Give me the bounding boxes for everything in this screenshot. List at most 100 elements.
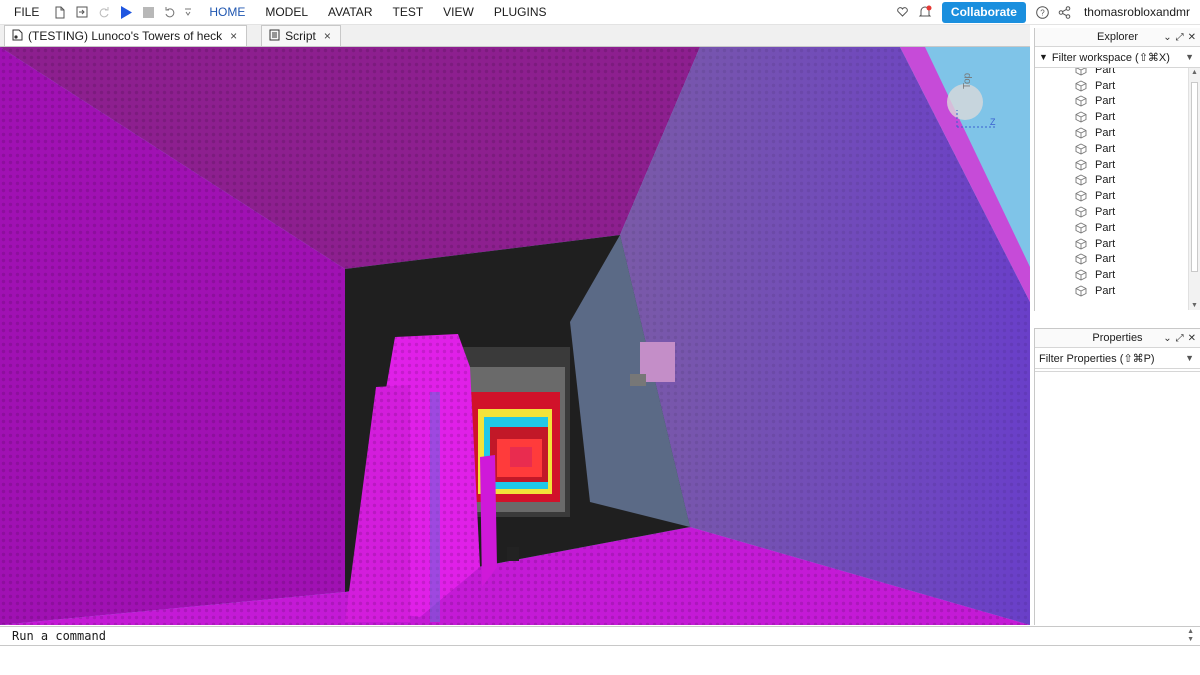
command-scroll-arrows[interactable]: ▲ ▼ — [1187, 628, 1194, 644]
tree-item[interactable]: Part — [1035, 141, 1200, 157]
scroll-down-icon[interactable]: ▼ — [1191, 302, 1198, 309]
tree-item[interactable]: Part — [1035, 252, 1200, 268]
redo-icon[interactable] — [93, 0, 115, 25]
part-cube-icon — [1075, 127, 1087, 139]
part-cube-icon — [1075, 80, 1087, 92]
menu-avatar[interactable]: AVATAR — [318, 0, 382, 25]
tab-place[interactable]: (TESTING) Lunoco's Towers of heck × — [4, 25, 248, 46]
tab-script-label: Script — [285, 29, 316, 43]
explorer-filter[interactable]: ▼ Filter workspace (⇧⌘X) ▼ — [1035, 47, 1200, 68]
chevron-down-icon[interactable]: ▼ — [1185, 52, 1194, 62]
menubar-right-tools: Collaborate ? thomasrobloxandmr — [892, 0, 1200, 25]
username-label[interactable]: thomasrobloxandmr — [1076, 5, 1200, 19]
menu-file[interactable]: FILE — [0, 0, 49, 25]
tree-item[interactable]: Part — [1035, 188, 1200, 204]
scene-render — [0, 47, 1030, 625]
scrollbar-thumb[interactable] — [1191, 82, 1198, 272]
3d-viewport[interactable]: Top Z — [0, 47, 1030, 625]
chevron-down-icon[interactable]: ⌄ — [1163, 32, 1171, 43]
tree-item-label: Part — [1095, 237, 1116, 250]
play-icon[interactable] — [115, 0, 137, 25]
view-cube-axis-label: Z — [990, 117, 996, 127]
close-icon[interactable]: ✕ — [1188, 333, 1196, 344]
heart-icon[interactable] — [892, 0, 914, 25]
view-cube-top-label[interactable]: Top — [962, 73, 973, 89]
part-cube-icon — [1075, 111, 1087, 123]
tree-item[interactable]: Part — [1035, 109, 1200, 125]
menu-view[interactable]: VIEW — [433, 0, 484, 25]
filter-icon: ▼ — [1039, 52, 1048, 62]
chevron-down-icon[interactable]: ▼ — [1185, 353, 1194, 363]
part-cube-icon — [1075, 285, 1087, 297]
properties-filter[interactable]: Filter Properties (⇧⌘P) ▼ — [1035, 348, 1200, 369]
place-file-icon — [12, 29, 23, 44]
svg-text:?: ? — [1041, 8, 1046, 17]
tree-item[interactable]: Part — [1035, 283, 1200, 299]
undock-icon[interactable]: ⤢ — [1176, 32, 1184, 43]
tree-item[interactable]: Part — [1035, 173, 1200, 189]
part-cube-icon — [1075, 68, 1087, 76]
customize-dropdown-icon[interactable] — [181, 0, 195, 25]
tree-item-label: Part — [1095, 206, 1116, 219]
close-icon[interactable]: × — [322, 29, 333, 43]
properties-title: Properties — [1092, 332, 1143, 344]
part-cube-icon — [1075, 143, 1087, 155]
new-file-icon[interactable] — [49, 0, 71, 25]
tree-item[interactable]: Part — [1035, 204, 1200, 220]
tree-item[interactable]: Part — [1035, 267, 1200, 283]
tree-item-label: Part — [1095, 111, 1116, 124]
properties-filter-placeholder: Filter Properties (⇧⌘P) — [1039, 352, 1155, 365]
tree-item[interactable]: Part — [1035, 157, 1200, 173]
tree-item-label: Part — [1095, 127, 1116, 140]
menu-test[interactable]: TEST — [382, 0, 433, 25]
part-cube-icon — [1075, 174, 1087, 186]
tree-rows: Part Part Part Part Part Part Part Part Part Part… — [1035, 68, 1200, 299]
part-cube-icon — [1075, 222, 1087, 234]
tree-item[interactable]: Part — [1035, 78, 1200, 94]
tree-item-label: Part — [1095, 79, 1116, 92]
tab-place-label: (TESTING) Lunoco's Towers of heck — [28, 29, 223, 43]
document-tab-bar: (TESTING) Lunoco's Towers of heck × Scri… — [0, 25, 1030, 47]
close-icon[interactable]: × — [228, 29, 239, 43]
notification-bell-icon[interactable] — [914, 0, 936, 25]
close-icon[interactable]: ✕ — [1188, 32, 1196, 43]
import-icon[interactable] — [71, 0, 93, 25]
tree-item[interactable]: Part — [1035, 68, 1200, 78]
tree-item[interactable]: Part — [1035, 94, 1200, 110]
part-cube-icon — [1075, 253, 1087, 265]
explorer-header: Explorer ⌄ ⤢ ✕ — [1035, 28, 1200, 47]
menu-plugins[interactable]: PLUGINS — [484, 0, 557, 25]
tree-item[interactable]: Part — [1035, 236, 1200, 252]
command-bar: ▲▼ — [0, 626, 1200, 646]
tree-item-label: Part — [1095, 158, 1116, 171]
part-cube-icon — [1075, 238, 1087, 250]
undock-icon[interactable]: ⤢ — [1176, 333, 1184, 344]
tree-item[interactable]: Part — [1035, 220, 1200, 236]
explorer-scrollbar[interactable]: ▲ ▼ — [1188, 68, 1200, 310]
tree-item[interactable]: Part — [1035, 125, 1200, 141]
properties-panel: Properties ⌄ ⤢ ✕ Filter Properties (⇧⌘P)… — [1034, 328, 1200, 625]
stop-icon[interactable] — [137, 0, 159, 25]
tree-item-label: Part — [1095, 95, 1116, 108]
tab-script[interactable]: Script × — [261, 25, 341, 46]
share-icon[interactable] — [1054, 0, 1076, 25]
properties-header: Properties ⌄ ⤢ ✕ — [1035, 329, 1200, 348]
tree-item-label: Part — [1095, 221, 1116, 234]
tree-item-label: Part — [1095, 142, 1116, 155]
undo-icon[interactable] — [159, 0, 181, 25]
help-icon[interactable]: ? — [1032, 0, 1054, 25]
explorer-filter-placeholder: Filter workspace (⇧⌘X) — [1051, 51, 1170, 64]
scroll-up-icon[interactable]: ▲ — [1191, 69, 1198, 76]
part-cube-icon — [1075, 269, 1087, 281]
part-cube-icon — [1075, 159, 1087, 171]
command-input[interactable] — [0, 627, 1170, 645]
tree-item-label: Part — [1095, 68, 1116, 76]
menu-model[interactable]: MODEL — [255, 0, 318, 25]
script-icon — [269, 29, 280, 44]
properties-body — [1035, 371, 1200, 624]
menu-home[interactable]: HOME — [199, 0, 255, 25]
tree-item-label: Part — [1095, 269, 1116, 282]
explorer-tree[interactable]: Part Part Part Part Part Part Part Part Part Part… — [1035, 68, 1200, 310]
chevron-down-icon[interactable]: ⌄ — [1163, 333, 1171, 344]
collaborate-button[interactable]: Collaborate — [941, 1, 1026, 23]
